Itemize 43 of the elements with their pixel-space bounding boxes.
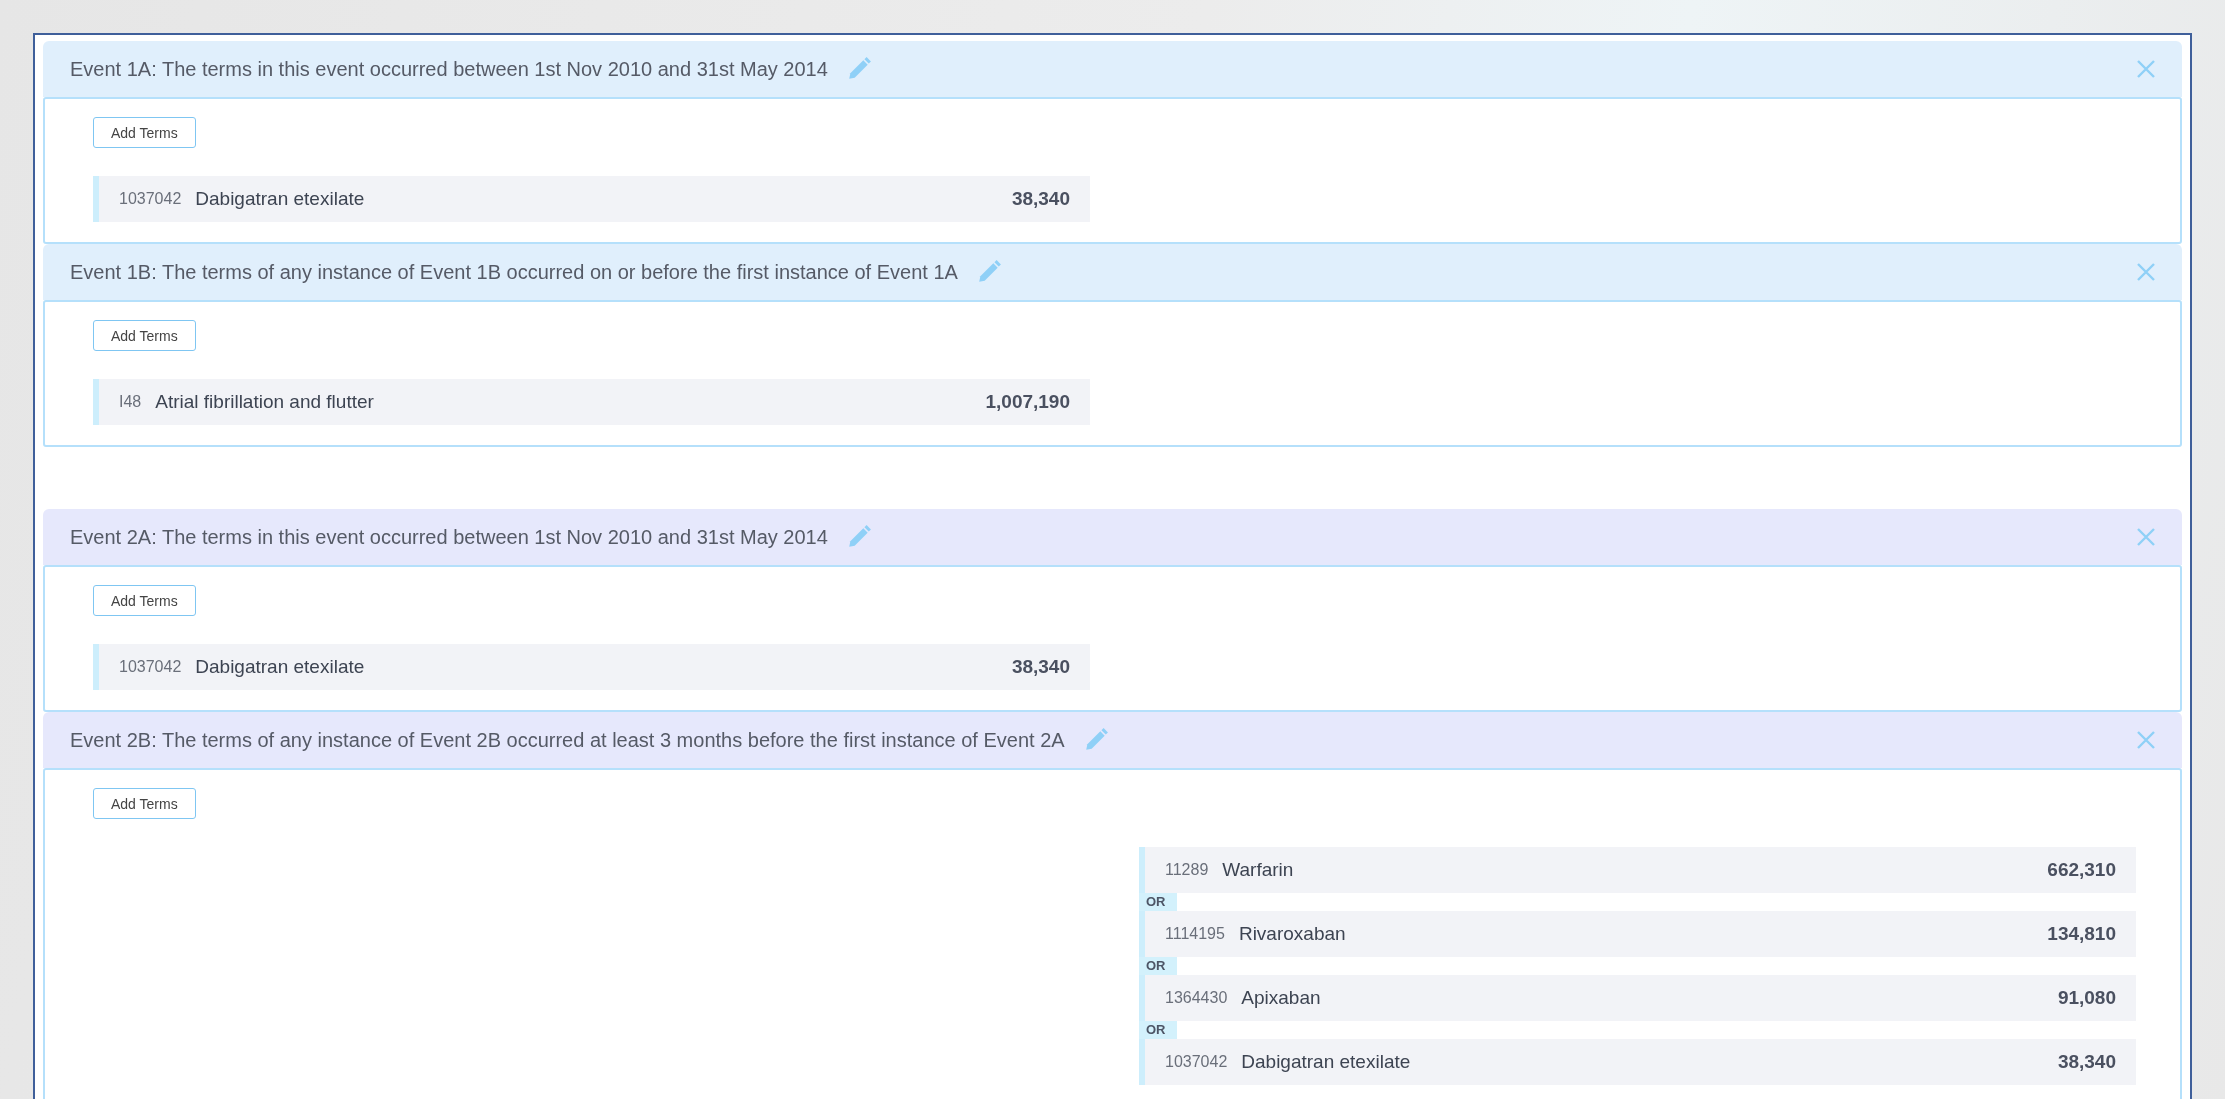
term-code: 1037042 <box>1165 1053 1228 1071</box>
term-name: Warfarin <box>1222 859 1294 881</box>
term-count: 134,810 <box>2047 923 2116 945</box>
term-row[interactable]: 1037042 Dabigatran etexilate 38,340 <box>93 644 1090 690</box>
term-name: Atrial fibrillation and flutter <box>155 391 374 413</box>
close-icon[interactable] <box>2136 730 2156 750</box>
term-row[interactable]: 1037042 Dabigatran etexilate 38,340 <box>1139 1039 2136 1085</box>
term-row[interactable]: 1037042 Dabigatran etexilate 38,340 <box>93 176 1090 222</box>
term-count: 38,340 <box>1011 656 1070 678</box>
add-terms-button[interactable]: Add Terms <box>93 585 196 616</box>
term-count: 38,340 <box>1011 188 1070 210</box>
term-row[interactable]: 1114195 Rivaroxaban 134,810 <box>1139 911 2136 957</box>
term-count: 1,007,190 <box>985 391 1070 413</box>
event-title: Event 1A: The terms in this event occurred between 1st Nov 2010 and 31st May 2014 <box>70 57 828 81</box>
term-name: Dabigatran etexilate <box>1241 1051 1411 1073</box>
term-code: 1037042 <box>119 658 182 676</box>
term-row[interactable]: 1364430 Apixaban 91,080 <box>1139 975 2136 1021</box>
or-label: OR <box>1139 957 1177 975</box>
close-icon[interactable] <box>2136 59 2156 79</box>
add-terms-button[interactable]: Add Terms <box>93 117 196 148</box>
term-row[interactable]: 11289 Warfarin 662,310 <box>1139 847 2136 893</box>
term-code: 11289 <box>1165 861 1209 879</box>
add-terms-button[interactable]: Add Terms <box>93 320 196 351</box>
term-name: Apixaban <box>1241 987 1321 1009</box>
close-icon[interactable] <box>2136 262 2156 282</box>
term-row[interactable]: I48 Atrial fibrillation and flutter 1,007,190 <box>93 379 1090 425</box>
or-label: OR <box>1139 893 1177 911</box>
term-name: Dabigatran etexilate <box>195 656 365 678</box>
event-title: Event 2B: The terms of any instance of Event 2B occurred at least 3 months before the first instance of Event 2A <box>70 728 1065 752</box>
term-code: I48 <box>119 393 142 411</box>
add-terms-button[interactable]: Add Terms <box>93 788 196 819</box>
event-title: Event 1B: The terms of any instance of Event 1B occurred on or before the first instance of Event 1A <box>70 260 958 284</box>
or-label: OR <box>1139 1021 1177 1039</box>
term-count: 91,080 <box>2057 987 2116 1009</box>
term-count: 662,310 <box>2047 859 2116 881</box>
term-name: Rivaroxaban <box>1238 923 1346 945</box>
close-icon[interactable] <box>2136 527 2156 547</box>
term-code: 1364430 <box>1165 989 1228 1007</box>
term-count: 38,340 <box>2057 1051 2116 1073</box>
term-name: Dabigatran etexilate <box>195 188 365 210</box>
term-code: 1037042 <box>119 190 182 208</box>
event-title: Event 2A: The terms in this event occurred between 1st Nov 2010 and 31st May 2014 <box>70 525 828 549</box>
term-code: 1114195 <box>1165 925 1225 943</box>
